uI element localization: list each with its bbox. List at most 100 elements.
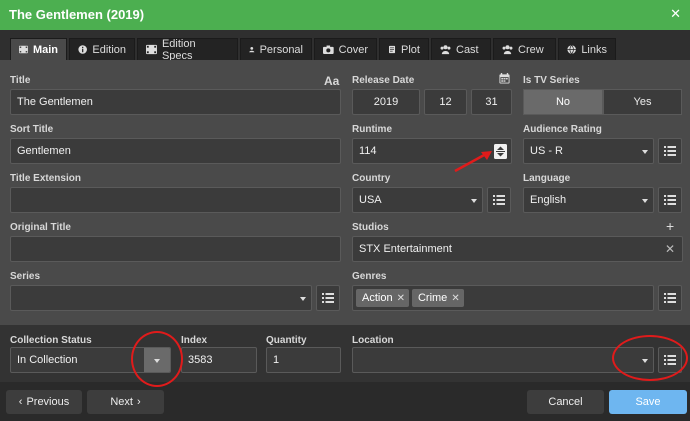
film-icon (146, 44, 157, 55)
tab-personal[interactable]: Personal (240, 38, 312, 60)
genre-chip: Action ✕ (356, 289, 409, 307)
film-icon (19, 45, 28, 54)
chevron-left-icon: ‹ (18, 396, 23, 408)
sort-title-label: Sort Title (10, 124, 54, 135)
next-button[interactable]: Next › (87, 390, 164, 414)
tab-bar: Main Edition Edition Specs Personal Cove… (0, 30, 690, 62)
chevron-down-icon (642, 199, 648, 203)
tab-links[interactable]: Links (558, 38, 616, 60)
country-select[interactable]: USA (352, 187, 483, 213)
tab-label: Links (581, 43, 607, 56)
previous-button[interactable]: ‹ Previous (6, 390, 82, 414)
genres-list-button[interactable] (658, 285, 682, 311)
tab-label: Crew (518, 43, 544, 56)
window-title: The Gentlemen (2019) (9, 7, 145, 22)
genres-label: Genres (352, 271, 387, 282)
document-icon (389, 45, 396, 54)
info-icon (78, 45, 87, 54)
font-toggle-button[interactable]: Aa (324, 74, 339, 88)
stepper-icon[interactable] (494, 144, 507, 159)
audience-rating-value: US - R (530, 145, 563, 157)
list-icon (664, 146, 676, 156)
calendar-icon[interactable] (499, 73, 510, 84)
audience-rating-select[interactable]: US - R (523, 138, 654, 164)
is-tv-series-label: Is TV Series (523, 75, 580, 86)
runtime-value: 114 (359, 145, 377, 157)
group-icon (502, 45, 513, 55)
list-icon (664, 293, 676, 303)
list-icon (493, 195, 505, 205)
language-list-button[interactable] (658, 187, 682, 213)
tab-cast[interactable]: Cast (431, 38, 491, 60)
title-extension-label: Title Extension (10, 173, 81, 184)
close-icon[interactable]: ✕ (670, 6, 681, 22)
genre-chip-label: Crime (417, 292, 448, 304)
title-input[interactable]: The Gentlemen (10, 89, 341, 115)
group-icon (440, 45, 451, 55)
camera-icon (323, 45, 334, 54)
previous-button-label: Previous (26, 396, 70, 408)
audience-rating-label: Audience Rating (523, 124, 602, 135)
save-button[interactable]: Save (609, 390, 687, 414)
tv-series-yes-toggle[interactable]: Yes (603, 89, 682, 115)
tab-label: Edition Specs (161, 37, 196, 62)
chevron-down-icon (471, 199, 477, 203)
language-value: English (530, 194, 567, 206)
chevron-right-icon: › (136, 396, 141, 408)
release-year-input[interactable]: 2019 (352, 89, 420, 115)
studios-label: Studios (352, 222, 389, 233)
add-studio-button[interactable]: + (666, 218, 674, 234)
annotation-circle (612, 335, 688, 381)
location-label: Location (352, 335, 394, 346)
original-title-label: Original Title (10, 222, 71, 233)
release-month-input[interactable]: 12 (424, 89, 467, 115)
person-icon (249, 46, 255, 53)
location-select[interactable] (352, 347, 654, 373)
series-list-button[interactable] (316, 285, 340, 311)
sort-title-input[interactable]: Gentlemen (10, 138, 341, 164)
cancel-button[interactable]: Cancel (527, 390, 604, 414)
tab-edition-specs[interactable]: Edition Specs (137, 37, 238, 62)
tab-label: Personal (259, 43, 303, 56)
runtime-label: Runtime (352, 124, 392, 135)
country-label: Country (352, 173, 391, 184)
tab-label: Cover (338, 43, 368, 56)
index-input[interactable]: 3583 (181, 347, 257, 373)
title-label: Title (10, 75, 31, 86)
quantity-input[interactable]: 1 (266, 347, 341, 373)
tab-crew[interactable]: Crew (493, 38, 556, 60)
remove-genre-icon[interactable]: ✕ (451, 293, 459, 304)
tab-label: Plot (401, 43, 420, 56)
index-label: Index (181, 335, 208, 346)
tv-series-no-toggle[interactable]: No (523, 89, 603, 115)
tab-plot[interactable]: Plot (379, 38, 429, 60)
tab-label: Edition (92, 43, 126, 56)
language-label: Language (523, 173, 571, 184)
series-label: Series (10, 271, 41, 282)
tab-label: Main (32, 43, 58, 56)
series-select[interactable] (10, 285, 312, 311)
genres-input[interactable]: Action ✕ Crime ✕ (352, 285, 654, 311)
collection-status-value: In Collection (17, 354, 78, 366)
country-value: USA (359, 194, 382, 206)
release-day-input[interactable]: 31 (471, 89, 512, 115)
language-select[interactable]: English (523, 187, 654, 213)
remove-genre-icon[interactable]: ✕ (397, 293, 405, 304)
tab-main[interactable]: Main (10, 38, 67, 60)
annotation-circle (131, 331, 183, 387)
original-title-input[interactable] (10, 236, 341, 262)
tab-cover[interactable]: Cover (314, 38, 377, 60)
clear-icon[interactable]: ✕ (665, 242, 675, 256)
country-list-button[interactable] (487, 187, 511, 213)
genre-chip-label: Action (362, 292, 393, 304)
genre-chip: Crime ✕ (411, 289, 464, 307)
chevron-down-icon (300, 297, 306, 301)
title-bar: The Gentlemen (2019) ✕ (0, 0, 690, 30)
annotation-arrow (454, 151, 492, 173)
next-button-label: Next (110, 396, 133, 408)
studios-input[interactable]: STX Entertainment ✕ (352, 236, 683, 262)
list-icon (322, 293, 334, 303)
audience-rating-list-button[interactable] (658, 138, 682, 164)
title-extension-input[interactable] (10, 187, 341, 213)
tab-edition[interactable]: Edition (69, 38, 135, 60)
